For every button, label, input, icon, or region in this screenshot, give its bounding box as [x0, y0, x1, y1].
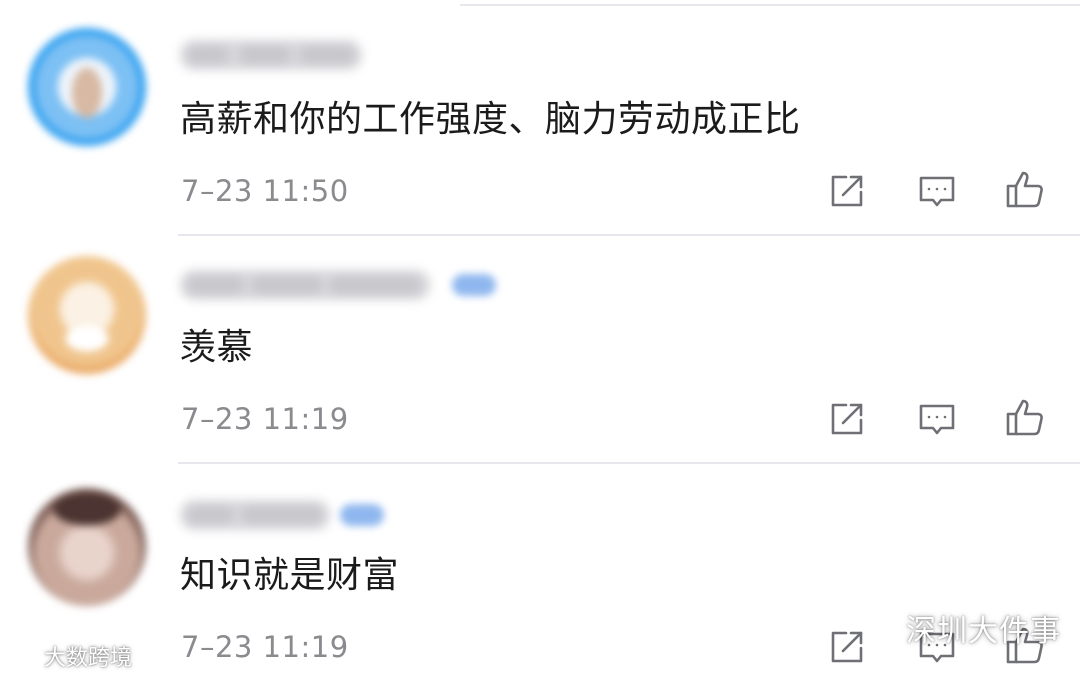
comment-timestamp: 7–23 11:50: [181, 174, 349, 208]
comment-icon[interactable]: [916, 170, 958, 212]
comment-icon[interactable]: [916, 398, 958, 440]
username-blurred[interactable]: [180, 270, 430, 300]
comment-timestamp: 7–23 11:19: [181, 630, 349, 664]
watermark-text: 大数跨境: [44, 646, 133, 671]
username-blurred[interactable]: [180, 40, 362, 70]
comment-item: 高薪和你的工作强度、脑力劳动成正比 7–23 11:50: [0, 0, 1080, 236]
vip-badge: [340, 504, 384, 526]
comment-text: 高薪和你的工作强度、脑力劳动成正比: [180, 99, 801, 140]
comment-item: 羡慕 7–23 11:19: [0, 236, 1080, 464]
comment-text: 羡慕: [180, 327, 254, 368]
comment-text: 知识就是财富: [180, 555, 400, 596]
weibo-icon: [10, 644, 39, 668]
avatar[interactable]: [28, 28, 146, 146]
watermark-text: 深圳大件事: [906, 614, 1061, 649]
avatar[interactable]: [28, 488, 146, 606]
thumbs-up-icon[interactable]: [1004, 168, 1046, 210]
avatar[interactable]: [28, 256, 146, 374]
comment-timestamp: 7–23 11:19: [181, 402, 349, 436]
share-icon[interactable]: [826, 170, 868, 212]
vip-badge: [452, 274, 496, 296]
thumbs-up-icon[interactable]: [1004, 396, 1046, 438]
wechat-icon: [860, 612, 899, 642]
watermark-wechat: 深圳大件事: [860, 608, 1061, 649]
share-icon[interactable]: [826, 398, 868, 440]
username-blurred[interactable]: [180, 500, 330, 530]
watermark-weibo: 大数跨境: [10, 640, 132, 672]
